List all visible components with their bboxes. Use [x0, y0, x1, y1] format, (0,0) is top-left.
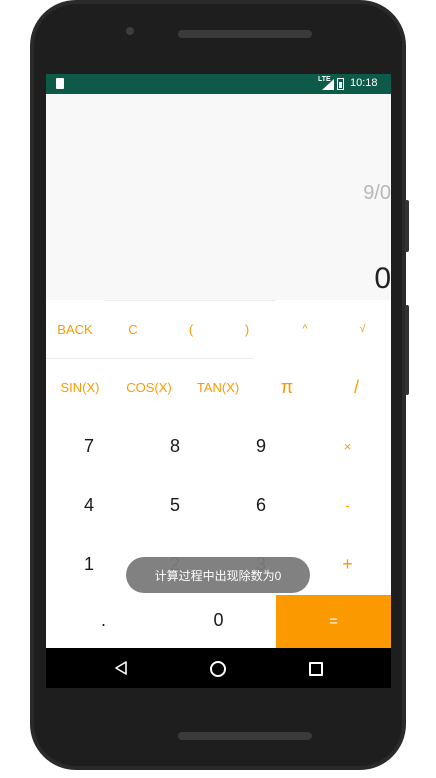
nav-recent-icon[interactable]: [309, 662, 323, 676]
left-paren-button[interactable]: (: [162, 300, 220, 358]
bottom-speaker: [178, 732, 312, 740]
plus-button[interactable]: +: [304, 535, 391, 593]
status-bar: LTE 10:18: [46, 74, 391, 94]
battery-icon: [337, 78, 344, 90]
decimal-point-button[interactable]: .: [46, 593, 161, 648]
keypad: BACK C ( ) ^ √ SIN(X) COS(X) TAN(X) π / …: [46, 300, 391, 648]
top-speaker: [178, 30, 312, 38]
nav-home-icon[interactable]: [210, 661, 226, 677]
signal-icon: [322, 79, 334, 90]
power-button[interactable]: ^: [276, 300, 334, 358]
digit-4-button[interactable]: 4: [46, 475, 132, 535]
digit-5-button[interactable]: 5: [132, 475, 218, 535]
digit-6-button[interactable]: 6: [218, 475, 304, 535]
pi-button[interactable]: π: [252, 358, 322, 417]
minus-button[interactable]: -: [304, 475, 391, 535]
sqrt-button[interactable]: √: [334, 300, 391, 358]
app-screen: LTE 10:18 9/0 0 BACK C ( ) ^ √ SIN(X) CO…: [46, 74, 391, 688]
right-paren-button[interactable]: ): [218, 300, 276, 358]
front-camera: [126, 27, 134, 35]
digit-8-button[interactable]: 8: [132, 417, 218, 475]
clear-button[interactable]: C: [104, 300, 162, 358]
multiply-button[interactable]: ×: [304, 417, 391, 475]
sin-button[interactable]: SIN(X): [46, 358, 114, 417]
clock: 10:18: [350, 77, 378, 89]
sd-card-icon: [56, 78, 64, 89]
equals-button[interactable]: =: [276, 595, 391, 648]
cos-button[interactable]: COS(X): [114, 358, 184, 417]
tan-button[interactable]: TAN(X): [184, 358, 252, 417]
toast-message: 计算过程中出现除数为0: [126, 557, 310, 593]
back-button[interactable]: BACK: [46, 300, 104, 358]
nav-back-icon[interactable]: [114, 661, 128, 675]
digit-7-button[interactable]: 7: [46, 417, 132, 475]
digit-0-button[interactable]: 0: [161, 593, 276, 648]
power-button: [405, 305, 409, 395]
expression-text: 9/0: [363, 182, 391, 204]
divide-button[interactable]: /: [322, 358, 391, 417]
navigation-bar: [46, 648, 391, 688]
digit-1-button[interactable]: 1: [46, 535, 132, 593]
digit-9-button[interactable]: 9: [218, 417, 304, 475]
result-text: 0: [374, 262, 391, 295]
calculator-display: 9/0 0: [46, 94, 391, 300]
volume-button: [405, 200, 409, 252]
